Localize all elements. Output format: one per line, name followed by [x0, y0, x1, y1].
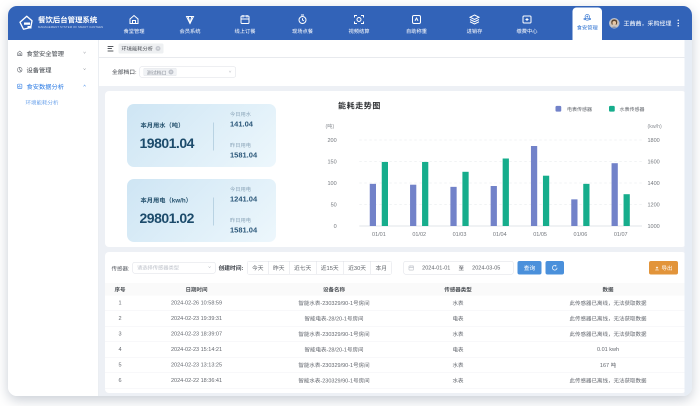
svg-text:50: 50	[331, 203, 337, 209]
svg-text:01/06: 01/06	[574, 232, 588, 238]
svg-text:01/03: 01/03	[453, 232, 467, 238]
svg-text:1600: 1600	[648, 160, 660, 166]
svg-text:1400: 1400	[648, 181, 660, 187]
svg-text:01/05: 01/05	[533, 232, 547, 238]
svg-text:电表传感器: 电表传感器	[567, 106, 592, 113]
svg-text:0: 0	[334, 224, 337, 230]
svg-text:(kw/h): (kw/h)	[648, 124, 663, 130]
svg-text:01/01: 01/01	[372, 232, 386, 238]
svg-text:01/07: 01/07	[614, 232, 628, 238]
svg-text:1200: 1200	[648, 203, 660, 209]
svg-text:01/04: 01/04	[493, 232, 507, 238]
svg-text:水表传感器: 水表传感器	[620, 106, 645, 113]
svg-text:200: 200	[328, 138, 337, 144]
svg-text:1000: 1000	[648, 224, 660, 230]
svg-text:(吨): (吨)	[326, 123, 335, 130]
svg-text:100: 100	[328, 181, 337, 187]
svg-text:150: 150	[328, 160, 337, 166]
svg-text:1800: 1800	[648, 138, 660, 144]
svg-text:01/02: 01/02	[412, 232, 426, 238]
svg-text:能耗走势图: 能耗走势图	[338, 102, 381, 111]
